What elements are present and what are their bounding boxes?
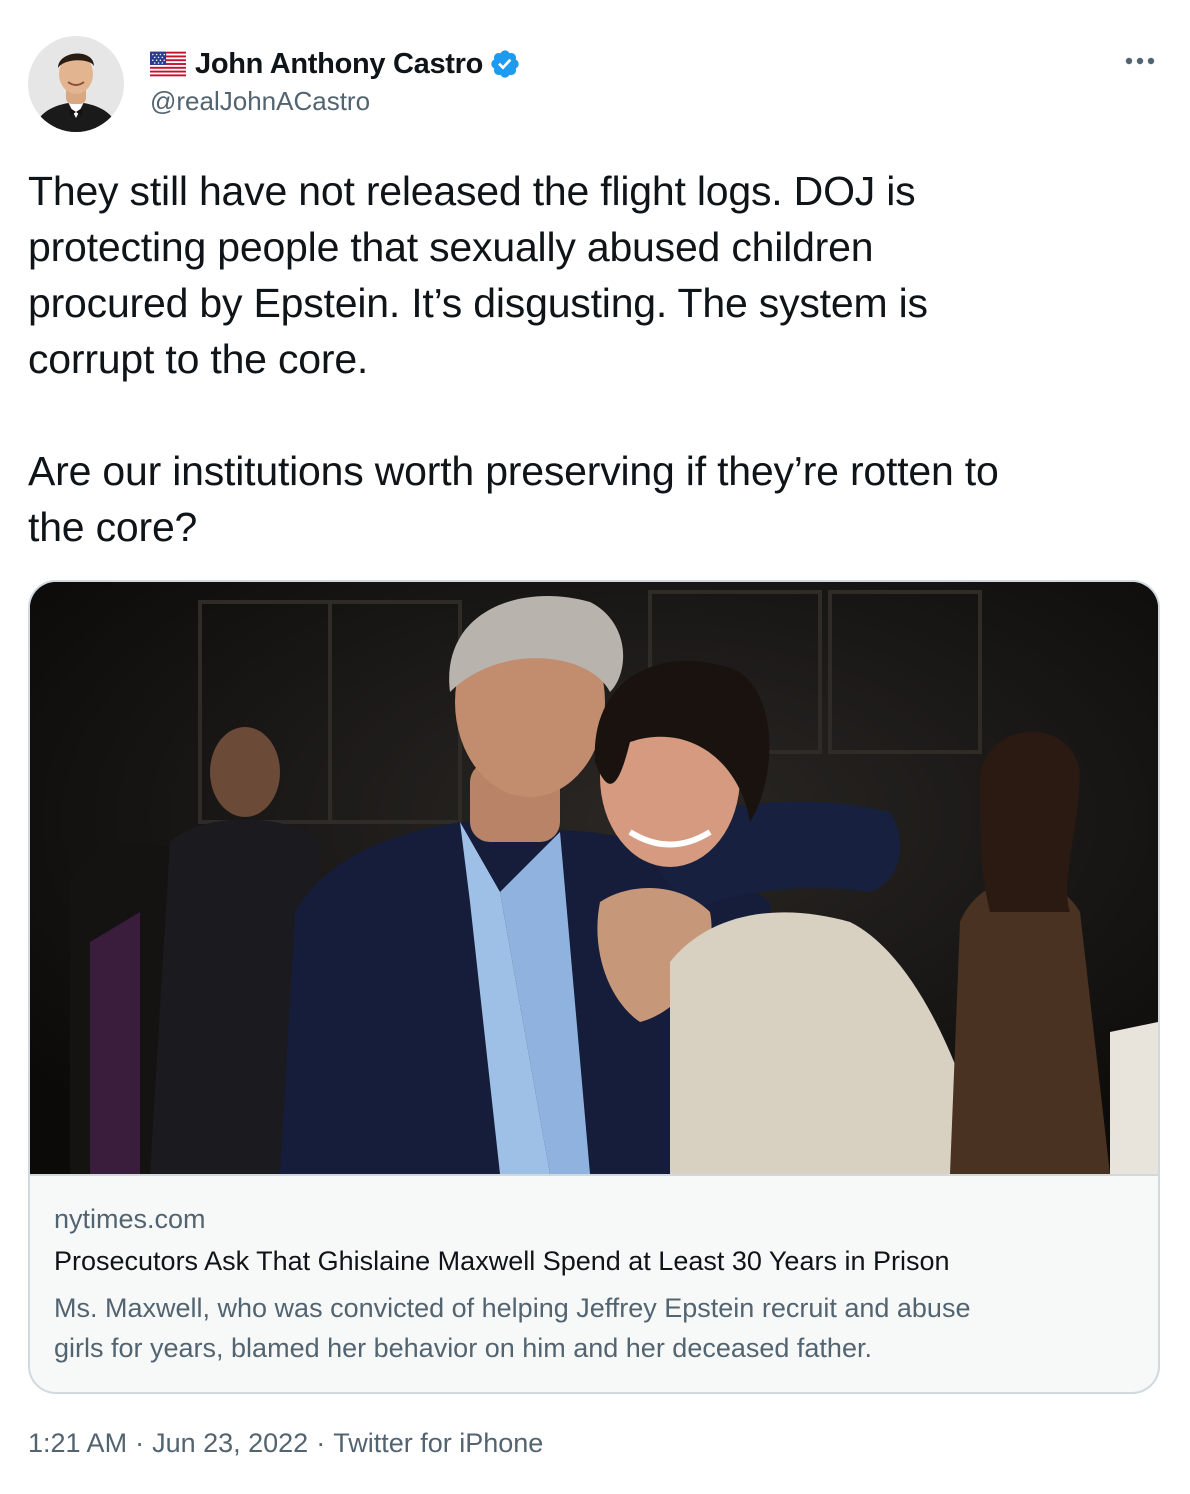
meta-separator: · [316, 1428, 326, 1458]
link-preview-body: nytimes.com Prosecutors Ask That Ghislai… [30, 1176, 1158, 1392]
link-preview-image [30, 582, 1158, 1176]
tweet-time[interactable]: 1:21 AM [28, 1428, 127, 1459]
event-photo-image [30, 582, 1158, 1174]
link-description-line: Ms. Maxwell, who was convicted of helpin… [54, 1293, 971, 1323]
author-avatar[interactable] [28, 36, 124, 132]
link-description-line: girls for years, blamed her behavior on … [54, 1333, 872, 1363]
author-handle[interactable]: @realJohnACastro [150, 86, 370, 117]
avatar-image [28, 36, 124, 132]
verified-badge-icon [491, 50, 519, 78]
author-display-name[interactable]: John Anthony Castro [195, 48, 483, 81]
tweet-text: They still have not released the flight … [28, 168, 999, 550]
meta-separator: · [135, 1428, 145, 1458]
tweet-source: Twitter for iPhone [333, 1428, 544, 1458]
more-options-button[interactable] [1120, 46, 1160, 76]
author-name-row: John Anthony Castro [150, 44, 521, 84]
tweet-meta: 1:21 AM · Jun 23, 2022 · Twitter for iPh… [28, 1428, 543, 1459]
link-domain: nytimes.com [54, 1204, 206, 1234]
tweet-date[interactable]: Jun 23, 2022 [152, 1428, 308, 1459]
link-preview-card[interactable]: nytimes.com Prosecutors Ask That Ghislai… [28, 580, 1160, 1394]
link-description: Ms. Maxwell, who was convicted of helpin… [54, 1288, 1124, 1368]
more-horizontal-icon [1125, 57, 1155, 65]
link-title: Prosecutors Ask That Ghislaine Maxwell S… [54, 1246, 950, 1276]
us-flag-icon [150, 51, 186, 77]
